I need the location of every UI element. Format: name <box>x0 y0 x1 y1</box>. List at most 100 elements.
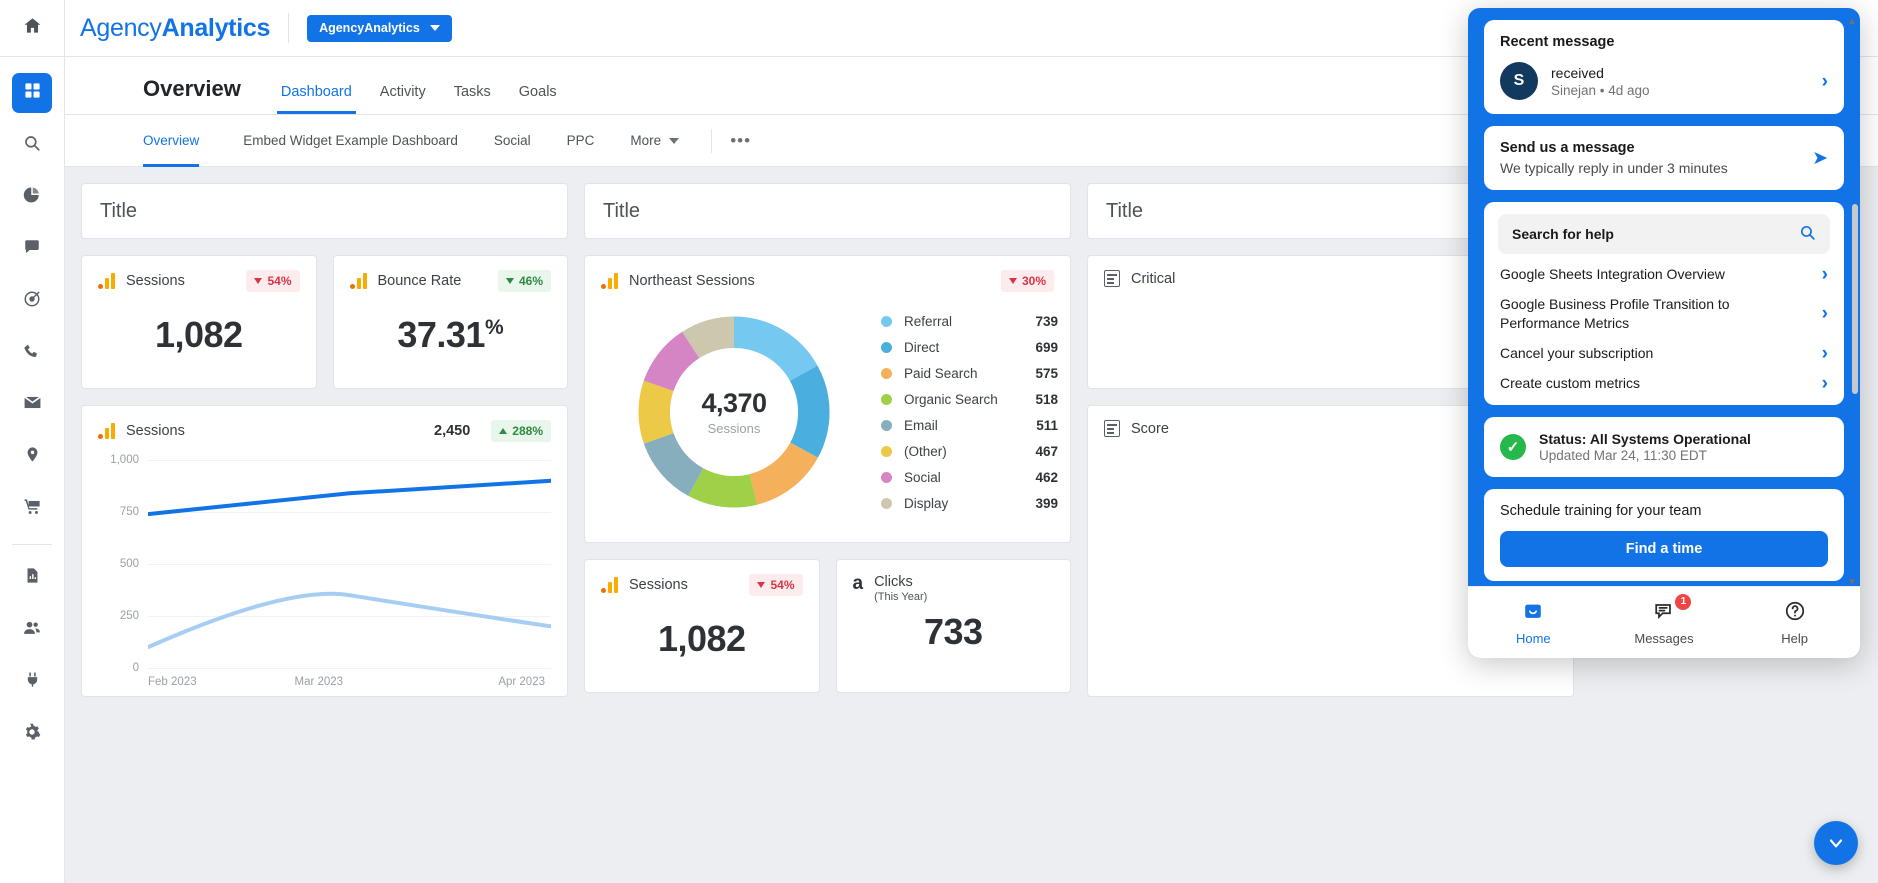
find-a-time-button[interactable]: Find a time <box>1500 530 1828 567</box>
status-badge-text: 54% <box>267 274 292 288</box>
chart-header: Sessions 2,450 288% <box>98 420 551 442</box>
google-analytics-icon <box>349 273 367 289</box>
app-logo[interactable]: AgencyAnalytics <box>80 14 270 43</box>
scrollbar-thumb[interactable] <box>1852 204 1858 394</box>
dashtab-overview[interactable]: Overview <box>143 115 225 167</box>
logo-divider <box>288 13 290 43</box>
widget-title-b-text: Title <box>603 199 641 222</box>
phone-icon <box>23 342 41 365</box>
search-input[interactable]: Search for help <box>1498 214 1830 254</box>
sidebar-item-chat[interactable] <box>12 229 52 269</box>
sidebar-item-settings[interactable] <box>12 714 52 754</box>
legend-item[interactable]: Organic Search 518 <box>881 388 1058 410</box>
legend-item[interactable]: Social 462 <box>881 466 1058 488</box>
check-circle-icon: ✓ <box>1500 433 1526 460</box>
sidebar-item-local[interactable] <box>12 437 52 477</box>
y-tick-label: 750 <box>119 506 139 518</box>
search-icon <box>23 134 41 157</box>
messenger-tab-messages[interactable]: 1 Messages <box>1599 593 1730 646</box>
widget-title-a[interactable]: Title <box>81 183 568 239</box>
widget-title-b[interactable]: Title <box>584 183 1071 239</box>
tab-goals[interactable]: Goals <box>505 84 571 114</box>
widget-kpi-amazon-clicks[interactable]: a Clicks (This Year) 733 <box>835 559 1071 693</box>
tab-tasks[interactable]: Tasks <box>440 84 505 114</box>
recent-message-card[interactable]: Recent message S received Sinejan • 4d a… <box>1484 20 1844 114</box>
legend-item[interactable]: Direct 699 <box>881 336 1058 358</box>
messenger-tab-home[interactable]: Home <box>1468 600 1599 646</box>
kpi-value: 1,082 <box>154 314 243 355</box>
messenger-bottom-nav: Home 1 Messages Help <box>1468 586 1860 658</box>
scroll-down-icon[interactable]: ▼ <box>1847 577 1857 588</box>
send-message-card[interactable]: Send us a message We typically reply in … <box>1484 126 1844 190</box>
legend-item[interactable]: Email 511 <box>881 414 1058 436</box>
dashtab-more-label: More <box>630 133 662 148</box>
sidebar-item-search[interactable] <box>12 125 52 165</box>
legend-value: 399 <box>1035 495 1058 511</box>
help-icon <box>1784 600 1806 625</box>
training-card: Schedule training for your team Find a t… <box>1484 488 1844 581</box>
scroll-up-icon[interactable]: ▲ <box>1847 16 1857 27</box>
messenger-scroll-area[interactable]: Recent message S received Sinejan • 4d a… <box>1468 8 1860 586</box>
google-analytics-icon <box>601 577 618 593</box>
widget-kpi-bounce-rate[interactable]: Bounce Rate 46% 37.31% <box>332 255 568 389</box>
sidebar-item-ecommerce[interactable] <box>12 489 52 529</box>
legend-item[interactable]: Paid Search 575 <box>881 362 1058 384</box>
trend-up-icon <box>499 428 508 434</box>
system-status-card[interactable]: ✓ Status: All Systems Operational Update… <box>1484 416 1844 477</box>
dashtab-social[interactable]: Social <box>476 115 549 167</box>
legend-item[interactable]: (Other) 467 <box>881 440 1058 462</box>
help-article-item[interactable]: Create custom metrics › <box>1498 363 1830 393</box>
help-article-item[interactable]: Google Business Profile Transition to Pe… <box>1498 284 1830 333</box>
legend-item[interactable]: Display 399 <box>881 492 1058 514</box>
status-badge-text: 288% <box>512 424 543 438</box>
status-badge: 30% <box>1000 270 1054 292</box>
help-article-item[interactable]: Cancel your subscription › <box>1498 333 1830 363</box>
kpi-label: Bounce Rate <box>377 273 462 289</box>
kpi-row-1: Sessions 54% 1,082 Bounce Rate 46% 37.31… <box>81 255 568 389</box>
messenger-close-button[interactable] <box>1814 821 1858 865</box>
kpi-label: Clicks <box>874 574 913 590</box>
sidebar-item-calls[interactable] <box>12 333 52 373</box>
tab-activity[interactable]: Activity <box>366 84 440 114</box>
sidebar-item-integrations[interactable] <box>12 662 52 702</box>
legend-item[interactable]: Referral 739 <box>881 310 1058 332</box>
recent-message-row[interactable]: S received Sinejan • 4d ago › <box>1500 62 1828 100</box>
kpi-row-2: Sessions 54% 1,082 a Clicks (This Year) … <box>584 559 1071 693</box>
sidebar-item-dashboards[interactable] <box>12 73 52 113</box>
sidebar-item-reports[interactable] <box>12 558 52 598</box>
sidebar-item-campaigns[interactable] <box>12 281 52 321</box>
plug-icon <box>24 671 41 693</box>
chevron-right-icon: › <box>1821 342 1828 364</box>
tab-dashboard[interactable]: Dashboard <box>267 84 366 114</box>
legend-value: 467 <box>1035 443 1058 459</box>
dashtab-more[interactable]: More <box>612 115 697 167</box>
plot-area: 1,000 750 500 250 0 <box>110 454 551 674</box>
sidebar-item-email[interactable] <box>12 385 52 425</box>
chevron-right-icon: › <box>1821 70 1828 92</box>
help-article-item[interactable]: Google Sheets Integration Overview › <box>1498 254 1830 284</box>
sidebar-item-reports-pie[interactable] <box>12 177 52 217</box>
donut-center-label: 4,370 Sessions <box>629 307 839 517</box>
messenger-tab-messages-label: Messages <box>1634 630 1694 646</box>
widget-kpi-sessions-2[interactable]: Sessions 54% 1,082 <box>584 559 820 693</box>
trend-down-icon <box>254 278 263 284</box>
trend-down-icon <box>1008 278 1017 284</box>
left-nav-rail <box>0 0 65 883</box>
messenger-scrollbar[interactable]: ▲ ▼ <box>1847 16 1858 588</box>
dashtab-embed-widget-example-dashboard[interactable]: Embed Widget Example Dashboard <box>225 115 476 167</box>
sidebar-item-home[interactable] <box>0 0 65 57</box>
widget-northeast-sessions-donut[interactable]: Northeast Sessions 30% 4,370 Sessions Re… <box>584 255 1071 543</box>
widget-label: Score <box>1131 420 1169 437</box>
dashtab-ppc[interactable]: PPC <box>549 115 613 167</box>
widget-kpi-sessions[interactable]: Sessions 54% 1,082 <box>81 255 317 389</box>
help-card: Search for help Google Sheets Integratio… <box>1484 202 1844 405</box>
kpi-value-suffix: % <box>484 316 504 339</box>
kpi-label: Sessions <box>126 273 185 289</box>
sidebar-item-clients[interactable] <box>12 610 52 650</box>
dashboard-column-2: Title Northeast Sessions 30% 4,370 Sessi… <box>584 183 1071 883</box>
chevron-right-icon: › <box>1821 264 1828 285</box>
dashboard-overflow-menu[interactable]: ••• <box>720 131 761 151</box>
widget-sessions-line-chart[interactable]: Sessions 2,450 288% 1,000 750 500 250 0 … <box>81 405 568 697</box>
account-switcher-button[interactable]: AgencyAnalytics <box>307 14 452 42</box>
messenger-tab-help[interactable]: Help <box>1729 600 1860 646</box>
